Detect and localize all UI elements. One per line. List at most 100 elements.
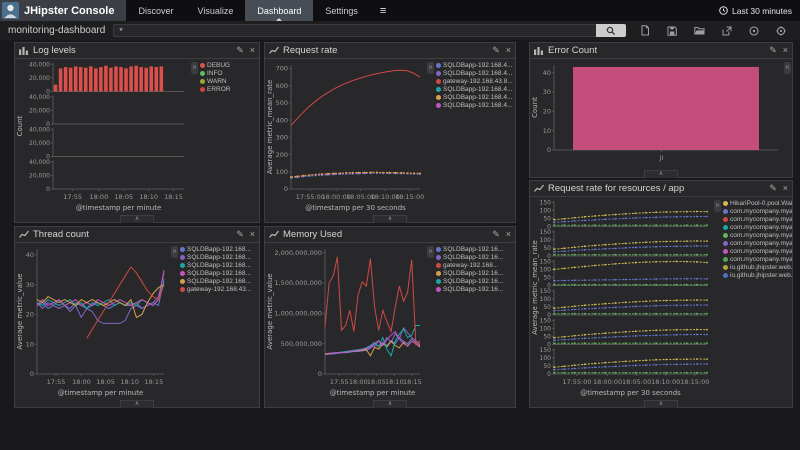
svg-text:17:55: 17:55 (47, 378, 66, 386)
legend-item[interactable]: com.mycompany.myap... (723, 208, 791, 215)
legend-item[interactable]: SQLDBapp-192.16... (436, 286, 514, 293)
legend-item[interactable]: SQLDBapp-192.168... (180, 254, 258, 261)
legend-item[interactable]: com.mycompany.myap... (723, 232, 791, 239)
share-icon[interactable] (722, 26, 732, 36)
legend-toggle-icon[interactable]: « (784, 62, 791, 74)
nav-item-settings[interactable]: Settings (313, 0, 370, 21)
legend-color-dot (436, 79, 441, 84)
legend-item[interactable]: SQLDBapp-192.168... (180, 262, 258, 269)
nav-item-visualize[interactable]: Visualize (185, 0, 245, 21)
memory-used-chart[interactable]: Average metric_value@timestamp per minut… (265, 243, 426, 398)
open-icon[interactable] (694, 26, 705, 35)
legend-color-dot (180, 255, 185, 260)
legend-item[interactable]: com.mycompany.myap... (723, 256, 791, 263)
legend-toggle-icon[interactable]: » (714, 200, 721, 212)
nav-item-dashboard[interactable]: Dashboard (245, 0, 313, 21)
svg-text:100: 100 (540, 326, 552, 333)
legend-item[interactable]: SQLDBapp-192.168.4... (436, 94, 514, 101)
legend-item[interactable]: SQLDBapp-192.168... (180, 270, 258, 277)
panel-collapse-button[interactable]: ∧ (644, 400, 678, 408)
edit-icon[interactable]: ✎ (236, 43, 244, 58)
panel-title[interactable]: Request rate for resources / app (548, 183, 765, 194)
new-icon[interactable] (640, 25, 650, 36)
close-icon[interactable]: × (250, 43, 255, 58)
clock-icon[interactable] (749, 26, 759, 36)
legend-color-dot (180, 263, 185, 268)
legend-item[interactable]: com.mycompany.myap... (723, 240, 791, 247)
legend-item[interactable]: SQLDBapp-192.168.4... (436, 62, 514, 69)
nav-item-discover[interactable]: Discover (126, 0, 185, 21)
search-button[interactable] (596, 24, 626, 37)
legend-item[interactable]: SQLDBapp-192.16... (436, 278, 514, 285)
legend-item[interactable]: com.mycompany.myap... (723, 248, 791, 255)
legend-item[interactable]: SQLDBapp-192.168.4... (436, 70, 514, 77)
panel-collapse-button[interactable]: ∧ (120, 400, 154, 408)
close-icon[interactable]: × (506, 227, 511, 242)
panel-collapse-button[interactable]: ∧ (120, 215, 154, 223)
legend-toggle-icon[interactable]: » (171, 246, 178, 258)
legend-item[interactable]: DEBUG (200, 62, 258, 69)
menu-icon[interactable]: ≡ (370, 0, 396, 21)
svg-text:40,000: 40,000 (29, 127, 50, 134)
svg-text:700: 700 (276, 65, 288, 73)
edit-icon[interactable]: ✎ (769, 43, 777, 58)
log-levels-chart[interactable]: Count@timestamp per minute020,00040,0000… (15, 59, 190, 213)
close-icon[interactable]: × (783, 43, 788, 58)
legend-item[interactable]: INFO (200, 70, 258, 77)
request-rate-resources-chart[interactable]: Average metric_mean_rate@timestamp per 3… (530, 197, 713, 398)
edit-icon[interactable]: ✎ (236, 227, 244, 242)
thread-count-chart[interactable]: Average metric_value@timestamp per minut… (15, 243, 170, 398)
legend-item[interactable]: ERROR (200, 86, 258, 93)
panel-title[interactable]: Memory Used (283, 229, 488, 240)
edit-icon[interactable]: ✎ (492, 43, 500, 58)
legend-item[interactable]: SQLDBapp-192.168... (180, 246, 258, 253)
legend-item[interactable]: com.mycompany.myap... (723, 216, 791, 223)
legend-label: SQLDBapp-192.16... (443, 286, 503, 293)
brand[interactable]: JHipster Console (0, 0, 126, 21)
legend-toggle-icon[interactable]: » (427, 246, 434, 258)
panel-collapse-button[interactable]: ∧ (373, 215, 407, 223)
panel-title[interactable]: Thread count (33, 229, 232, 240)
legend-item[interactable]: WARN (200, 78, 258, 85)
svg-text:Average metric_value: Average metric_value (16, 273, 24, 349)
legend-toggle-icon[interactable]: » (191, 62, 198, 74)
edit-icon[interactable]: ✎ (769, 181, 777, 196)
legend-item[interactable]: SQLDBapp-192.168... (180, 278, 258, 285)
legend-toggle-icon[interactable]: » (427, 62, 434, 74)
legend-item[interactable]: SQLDBapp-192.168.4... (436, 86, 514, 93)
panel-collapse-button[interactable]: ∧ (644, 170, 678, 178)
query-bar (113, 24, 626, 37)
legend-label: SQLDBapp-192.168.4... (443, 102, 512, 109)
dashboard-toolbar: monitoring-dashboard (0, 21, 800, 40)
legend-item[interactable]: HikariPool-0.pool.Wait (723, 200, 791, 207)
save-icon[interactable] (667, 26, 677, 36)
error-count-chart[interactable]: Count010203040JI (530, 59, 792, 168)
time-picker[interactable]: Last 30 minutes (719, 0, 800, 21)
svg-text:20,000: 20,000 (29, 75, 50, 82)
panel-title[interactable]: Error Count (548, 45, 765, 56)
legend-item[interactable]: SQLDBapp-192.16... (436, 254, 514, 261)
panel-error-count: Error Count ✎ × Count010203040JI « ∧ (529, 42, 793, 178)
edit-icon[interactable]: ✎ (492, 227, 500, 242)
legend-item[interactable]: gateway-192.168.43... (180, 286, 258, 293)
gear-icon[interactable] (776, 26, 786, 36)
close-icon[interactable]: × (506, 43, 511, 58)
legend-item[interactable]: SQLDBapp-192.16... (436, 270, 514, 277)
legend-item[interactable]: com.mycompany.myap... (723, 224, 791, 231)
svg-text:@timestamp per minute: @timestamp per minute (76, 204, 162, 212)
panel-title[interactable]: Request rate (283, 45, 488, 56)
close-icon[interactable]: × (250, 227, 255, 242)
request-rate-chart[interactable]: Average metric_mean_rate@timestamp per 3… (265, 59, 426, 213)
search-input[interactable] (113, 24, 596, 37)
legend-label: DEBUG (207, 62, 230, 69)
legend-item[interactable]: gateway-192.168.43.8... (436, 78, 514, 85)
legend-item[interactable]: io.github.jhipster.web.r... (723, 264, 791, 271)
legend-item[interactable]: gateway-192.168... (436, 262, 514, 269)
legend-item[interactable]: SQLDBapp-192.168.4... (436, 102, 514, 109)
close-icon[interactable]: × (783, 181, 788, 196)
panel-collapse-button[interactable]: ∧ (373, 400, 407, 408)
legend-label: SQLDBapp-192.16... (443, 278, 503, 285)
legend-item[interactable]: SQLDBapp-192.16... (436, 246, 514, 253)
panel-title[interactable]: Log levels (33, 45, 232, 56)
legend-item[interactable]: io.github.jhipster.web.r... (723, 272, 791, 279)
